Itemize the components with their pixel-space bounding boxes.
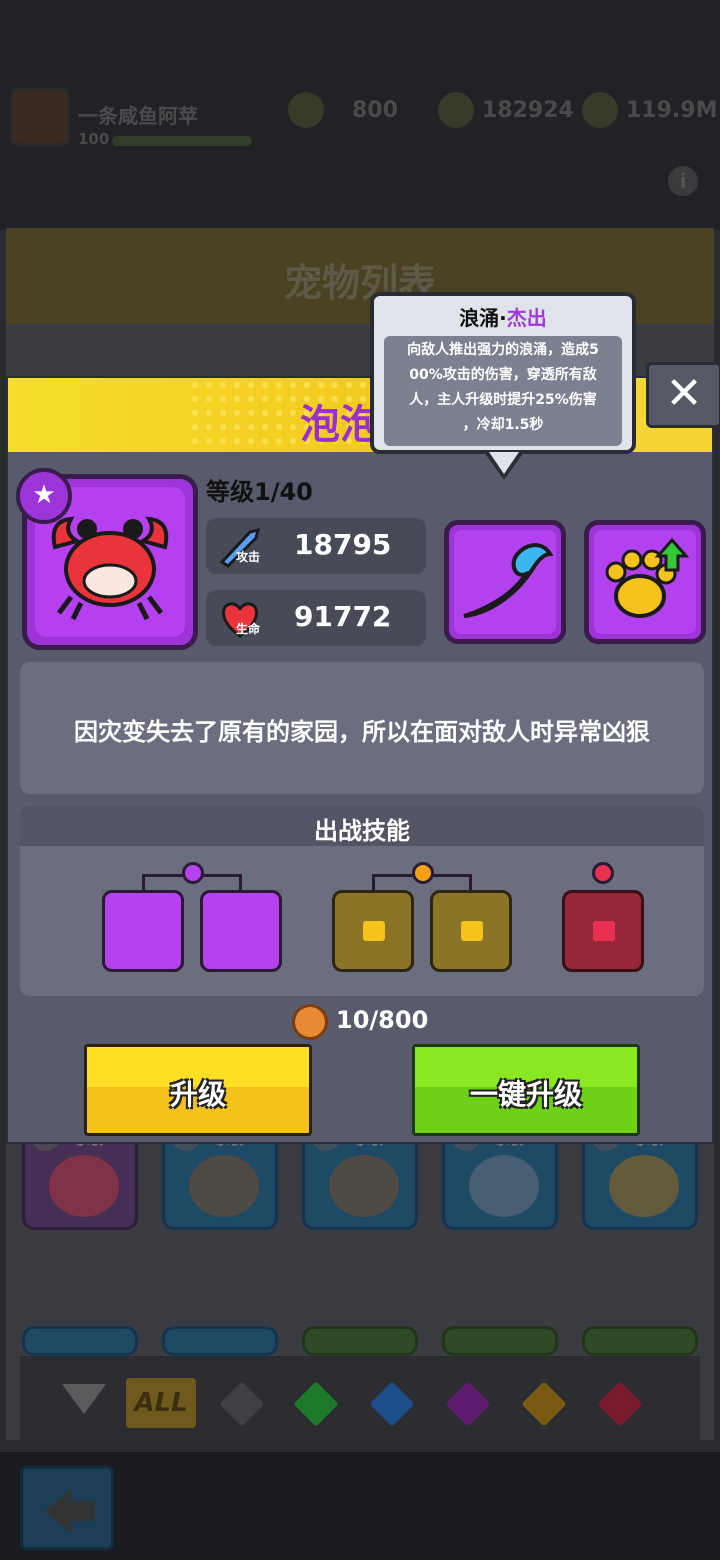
red-gem-icon bbox=[592, 862, 614, 884]
close-button[interactable]: ✕ bbox=[646, 362, 720, 428]
tooltip-title: 浪涌·杰出 bbox=[374, 302, 632, 331]
gem-count: 800 bbox=[352, 98, 398, 123]
info-icon[interactable]: i bbox=[668, 166, 698, 196]
player-name: 一条咸鱼阿苹 bbox=[78, 104, 198, 128]
gem-icon bbox=[288, 92, 324, 128]
power-icon bbox=[438, 92, 474, 128]
pet-description-box: 因灾变失去了原有的家园，所以在面对敌人时异常凶狠 bbox=[20, 662, 704, 794]
filter-orange-gem-icon[interactable] bbox=[521, 1381, 567, 1427]
battle-skills-title: 出战技能 bbox=[314, 817, 410, 845]
tooltip-quality: 杰出 bbox=[506, 306, 547, 330]
locked-skill-slot[interactable] bbox=[332, 890, 414, 972]
attack-stat: 攻击 18795 bbox=[206, 518, 426, 574]
battle-skills-panel: 出战技能 bbox=[20, 806, 704, 996]
tooltip-line: 人，主人升级时提升25%伤害 bbox=[409, 392, 597, 408]
attack-value: 18795 bbox=[294, 528, 392, 561]
upgrade-button[interactable]: 升级 bbox=[84, 1044, 312, 1136]
one-click-upgrade-label: 一键升级 bbox=[469, 1078, 582, 1111]
filter-green-gem-icon[interactable] bbox=[293, 1381, 339, 1427]
player-xp-bar bbox=[112, 136, 252, 146]
back-button[interactable] bbox=[20, 1466, 114, 1550]
wave-icon bbox=[463, 543, 554, 618]
tooltip-line: 00%攻击的伤害，穿透所有敌 bbox=[409, 367, 597, 383]
lock-icon bbox=[461, 921, 483, 941]
bottom-bar bbox=[0, 1452, 720, 1560]
attack-label: 攻击 bbox=[236, 550, 261, 564]
pet-detail-modal: 泡泡 ✕ ★ 等级1/40 攻击 18795 生命 91772 因灾变失去了原有… bbox=[6, 362, 720, 1144]
pet-card[interactable] bbox=[302, 1326, 418, 1356]
purple-gem-icon bbox=[182, 862, 204, 884]
lock-icon bbox=[363, 921, 385, 941]
skill-tooltip: 浪涌·杰出 向敌人推出强力的浪涌，造成5 00%攻击的伤害，穿透所有敌 人，主人… bbox=[370, 292, 636, 454]
player-level: 100 bbox=[78, 130, 110, 148]
player-avatar[interactable] bbox=[10, 88, 70, 146]
pet-card[interactable] bbox=[442, 1326, 558, 1356]
tooltip-line: 向敌人推出强力的浪涌，造成5 bbox=[407, 342, 599, 358]
filter-bar: ALL bbox=[20, 1356, 700, 1440]
crab-icon bbox=[49, 1155, 119, 1217]
skill-paw-upgrade-button[interactable] bbox=[584, 520, 706, 644]
filter-blue-gem-icon[interactable] bbox=[369, 1381, 415, 1427]
pet-level: 等级1/40 bbox=[206, 478, 313, 506]
battle-skill-slot[interactable] bbox=[200, 890, 282, 972]
locked-skill-slot[interactable] bbox=[562, 890, 644, 972]
gold-value: 119.9M bbox=[626, 98, 718, 123]
power-value: 182924 bbox=[482, 98, 574, 123]
player-hud: 一条咸鱼阿苹 100 800 182924 119.9M bbox=[0, 82, 720, 152]
pet-description: 因灾变失去了原有的家园，所以在面对敌人时异常凶狠 bbox=[74, 718, 650, 746]
skill-wave-button[interactable] bbox=[444, 520, 566, 644]
pet-card[interactable] bbox=[22, 1326, 138, 1356]
pet-name: 泡泡 bbox=[300, 402, 380, 448]
sort-down-icon[interactable] bbox=[62, 1384, 106, 1414]
back-arrow-icon bbox=[45, 1489, 71, 1533]
game-screen: 一条咸鱼阿苹 100 800 182924 119.9M i 宠物列表 等级1 … bbox=[0, 0, 720, 1560]
dog-icon bbox=[189, 1155, 259, 1217]
filter-all-button[interactable]: ALL bbox=[126, 1378, 196, 1428]
pet-card[interactable] bbox=[162, 1326, 278, 1356]
pet-token-icon bbox=[292, 1004, 328, 1040]
hp-label: 生命 bbox=[236, 622, 261, 636]
pet-class-badge-icon: ★ bbox=[16, 468, 72, 524]
paw-upgrade-icon bbox=[605, 537, 690, 618]
filter-red-gem-icon[interactable] bbox=[597, 1381, 643, 1427]
tooltip-line: ，冷却1.5秒 bbox=[462, 417, 544, 433]
filter-purple-gem-icon[interactable] bbox=[445, 1381, 491, 1427]
gold-icon bbox=[582, 92, 618, 128]
filter-gray-gem-icon[interactable] bbox=[219, 1381, 265, 1427]
hp-value: 91772 bbox=[294, 600, 392, 633]
orange-gem-icon bbox=[412, 862, 434, 884]
upgrade-cost: 10/800 bbox=[292, 1004, 452, 1040]
battle-skill-slot[interactable] bbox=[102, 890, 184, 972]
upgrade-button-label: 升级 bbox=[169, 1078, 226, 1111]
pet-card[interactable] bbox=[582, 1326, 698, 1356]
fish-icon bbox=[609, 1155, 679, 1217]
hp-stat: 生命 91772 bbox=[206, 590, 426, 646]
tooltip-body: 向敌人推出强力的浪涌，造成5 00%攻击的伤害，穿透所有敌 人，主人升级时提升2… bbox=[384, 336, 622, 446]
lock-icon bbox=[593, 921, 615, 941]
locked-skill-slot[interactable] bbox=[430, 890, 512, 972]
upgrade-cost-value: 10/800 bbox=[336, 1006, 429, 1034]
tooltip-skill-name: 浪涌· bbox=[459, 306, 507, 330]
cat-icon bbox=[469, 1155, 539, 1217]
one-click-upgrade-button[interactable]: 一键升级 bbox=[412, 1044, 640, 1136]
dog-icon bbox=[329, 1155, 399, 1217]
